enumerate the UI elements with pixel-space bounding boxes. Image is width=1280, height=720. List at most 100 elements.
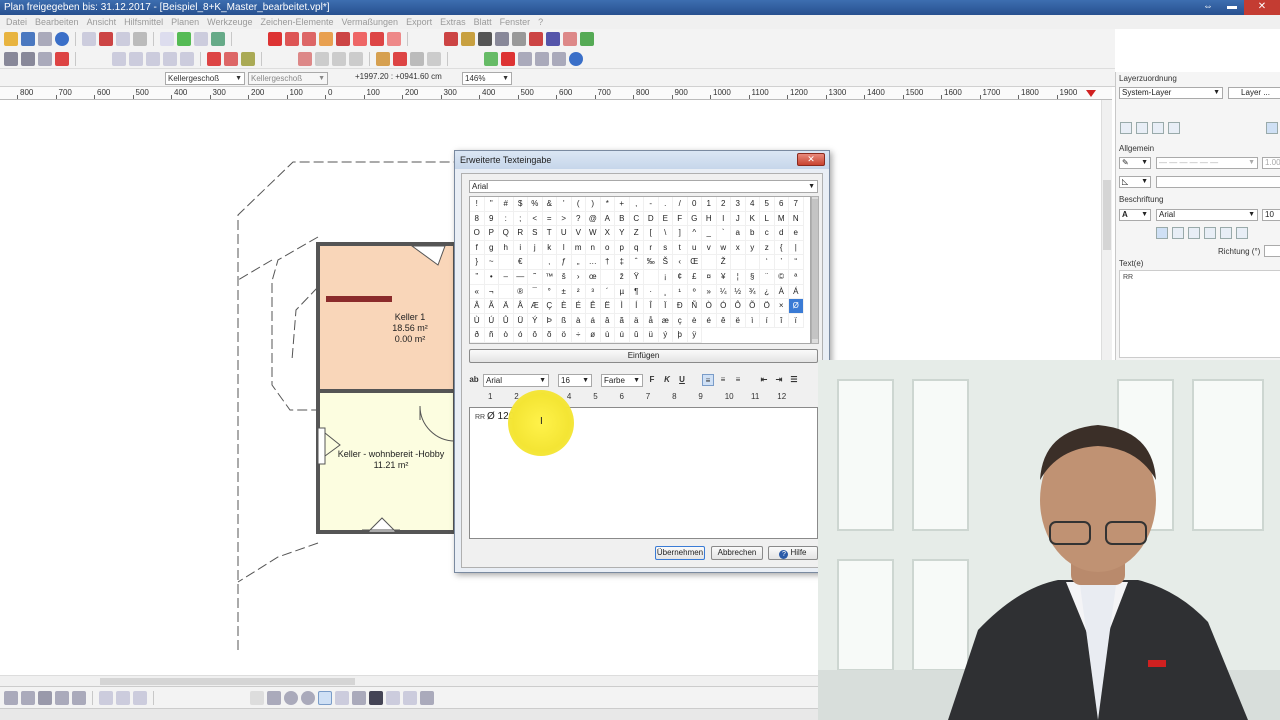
font-style-icon[interactable]: ab — [468, 374, 480, 386]
char-cell[interactable]: µ — [615, 284, 630, 300]
char-cell[interactable]: ” — [470, 269, 485, 285]
scroll-thumb[interactable] — [1103, 180, 1111, 250]
menu-zeichen-elemente[interactable]: Zeichen-Elemente — [256, 15, 337, 29]
char-cell[interactable]: \ — [658, 226, 673, 241]
char-cell[interactable]: + — [615, 197, 630, 212]
char-cell[interactable]: † — [600, 255, 615, 270]
char-cell[interactable]: ¡ — [658, 269, 673, 285]
char-cell[interactable]: • — [484, 269, 499, 285]
char-cell[interactable]: ¦ — [731, 269, 746, 285]
char-cell[interactable]: ± — [557, 284, 572, 300]
char-cell[interactable]: ø — [586, 328, 601, 343]
char-cell[interactable]: ) — [586, 197, 601, 212]
char-cell[interactable]: ™ — [542, 269, 557, 285]
snap-point-icon[interactable] — [484, 51, 498, 66]
restore-icon[interactable]: ⇔ — [1196, 0, 1220, 15]
label-font-dropdown[interactable]: Arial ▼ — [1156, 209, 1258, 221]
charset-font-dropdown[interactable]: Arial ▼ — [469, 180, 818, 193]
char-cell[interactable]: ü — [644, 328, 659, 343]
view-b-icon[interactable] — [146, 51, 160, 66]
layer-icon[interactable] — [461, 32, 475, 46]
char-cell[interactable]: Q — [499, 226, 514, 241]
underline-icon[interactable] — [1220, 227, 1232, 239]
cancel-icon[interactable] — [501, 51, 515, 66]
char-cell[interactable]: ® — [513, 284, 528, 300]
char-cell[interactable]: * — [600, 197, 615, 212]
char-cell[interactable]: = — [542, 211, 557, 227]
char-cell[interactable]: – — [499, 269, 514, 285]
char-cell[interactable]: d — [774, 226, 789, 241]
char-cell[interactable]: ’ — [774, 255, 789, 270]
italic-icon[interactable] — [1204, 227, 1216, 239]
dialog-close-button[interactable]: ✕ — [797, 153, 825, 166]
char-cell[interactable]: " — [484, 197, 499, 212]
align-right-icon[interactable]: ≡ — [732, 374, 744, 386]
char-cell[interactable]: — — [513, 269, 528, 285]
char-cell[interactable]: j — [528, 240, 543, 256]
char-cell[interactable]: È — [557, 299, 572, 314]
char-cell[interactable]: ‡ — [615, 255, 630, 270]
char-cell[interactable]: ‹ — [673, 255, 688, 270]
char-cell[interactable]: ¤ — [702, 269, 717, 285]
char-cell[interactable]: ~ — [484, 255, 499, 270]
char-cell[interactable]: Æ — [528, 299, 543, 314]
horizontal-scrollbar[interactable] — [0, 675, 818, 686]
char-cell[interactable]: š — [557, 269, 572, 285]
italic-icon[interactable]: K — [661, 374, 673, 386]
align-left-icon[interactable]: ≡ — [702, 374, 714, 386]
char-cell[interactable]: Í — [629, 299, 644, 314]
scroll-thumb[interactable] — [812, 199, 818, 339]
text-font-dropdown[interactable]: Arial ▼ — [483, 373, 549, 387]
char-cell[interactable]: - — [644, 197, 659, 212]
char-cell[interactable]: 0 — [687, 197, 702, 212]
char-cell[interactable]: ó — [513, 328, 528, 343]
char-cell[interactable]: Œ — [687, 255, 702, 270]
char-cell[interactable]: ž — [615, 269, 630, 285]
menu-werkzeuge[interactable]: Werkzeuge — [203, 15, 256, 29]
indent-increase-icon[interactable]: ⇥ — [773, 374, 785, 386]
char-cell[interactable]: ¾ — [745, 284, 760, 300]
zoom-all-icon[interactable] — [116, 32, 130, 46]
char-cell[interactable]: g — [484, 240, 499, 256]
char-cell[interactable]: û — [629, 328, 644, 343]
image-insert-icon[interactable] — [403, 690, 417, 705]
menu-hilfsmittel[interactable]: Hilfsmittel — [120, 15, 167, 29]
panel-text-field[interactable]: RR — [1119, 270, 1280, 358]
char-cell[interactable] — [499, 255, 514, 270]
menu-datei[interactable]: Datei — [2, 15, 31, 29]
char-cell[interactable]: Ï — [658, 299, 673, 314]
euro-icon[interactable] — [569, 51, 583, 66]
layer-button[interactable]: Layer ... — [1228, 87, 1280, 99]
char-cell[interactable]: ò — [499, 328, 514, 343]
char-cell[interactable]: þ — [673, 328, 688, 343]
stair-element[interactable] — [326, 296, 392, 302]
char-cell[interactable]: 8 — [470, 211, 485, 227]
char-cell[interactable]: < — [528, 211, 543, 227]
delete-point-icon[interactable] — [207, 51, 221, 66]
char-cell[interactable]: Ë — [600, 299, 615, 314]
char-cell[interactable]: É — [571, 299, 586, 314]
scroll-thumb[interactable] — [100, 678, 355, 685]
char-cell[interactable]: z — [760, 240, 775, 256]
char-cell[interactable]: à — [571, 313, 586, 329]
char-cell[interactable]: @ — [586, 211, 601, 227]
char-cell[interactable]: 7 — [789, 197, 804, 212]
mirror-icon[interactable] — [332, 51, 346, 66]
char-cell[interactable]: Ä — [499, 299, 514, 314]
help-button[interactable]: ? Hilfe — [768, 546, 818, 560]
char-cell[interactable]: Ò — [702, 299, 717, 314]
table-icon[interactable] — [386, 690, 400, 705]
bullet-list-icon[interactable]: ☰ — [788, 374, 800, 386]
char-cell[interactable]: Ü — [513, 313, 528, 329]
char-cell[interactable]: B — [615, 211, 630, 227]
char-cell[interactable]: Ð — [673, 299, 688, 314]
char-cell[interactable]: Â — [470, 299, 485, 314]
char-cell[interactable]: % — [528, 197, 543, 212]
char-cell[interactable]: K — [745, 211, 760, 227]
insert-button[interactable]: Einfügen — [469, 349, 818, 363]
text-size-dropdown[interactable]: 16 ▼ — [558, 373, 592, 387]
char-cell[interactable]: ä — [629, 313, 644, 329]
char-cell[interactable]: Ê — [586, 299, 601, 314]
zoom-window-icon[interactable] — [82, 32, 96, 46]
char-cell[interactable]: Ö — [760, 299, 775, 314]
